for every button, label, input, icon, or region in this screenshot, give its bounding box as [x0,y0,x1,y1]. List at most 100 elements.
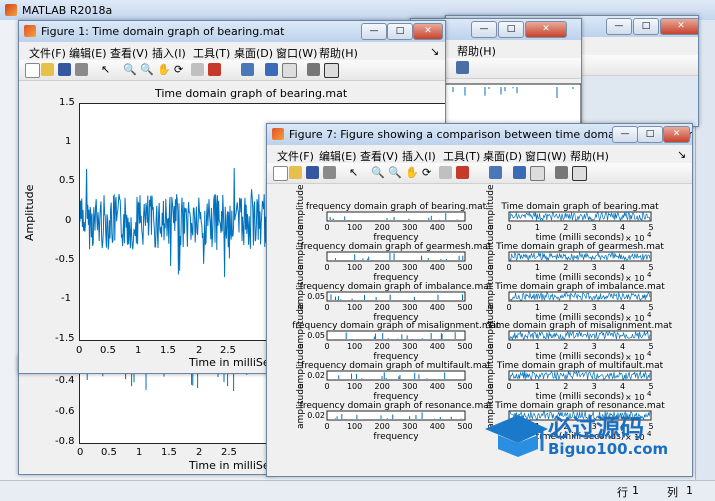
menu-insert[interactable]: 插入(I) [152,45,186,61]
dock-icon[interactable] [572,166,587,181]
menu-file[interactable]: 文件(F) [29,45,66,61]
pan-icon[interactable]: ✋ [157,63,171,76]
pointer-icon[interactable]: ↖ [101,63,114,76]
dock-icon[interactable] [324,63,339,78]
data-cursor-icon[interactable] [191,63,204,76]
maximize-button[interactable]: □ [387,23,413,40]
figure-1-titlebar[interactable]: Figure 1: Time domain graph of bearing.m… [19,21,445,42]
dock-icon[interactable] [456,61,469,74]
close-button[interactable]: ✕ [663,126,690,143]
new-figure-icon[interactable] [273,166,288,181]
x-tick: 0 [506,342,511,351]
menu-expand-icon[interactable]: ↘ [677,148,686,161]
x-tick: 100 [347,223,362,232]
zoom-out-icon[interactable]: 🔍 [388,166,402,179]
x-tick: 200 [375,223,390,232]
maximize-button[interactable]: □ [633,18,659,35]
x-tick: 1 [135,345,142,356]
subplot-ylabel: amplitude [296,383,306,429]
figure-1-menubar: 文件(F) 编辑(E) 查看(V) 插入(I) 工具(T) 桌面(D) 窗口(W… [19,42,445,60]
subplot-ylabel: amplitude [296,303,306,349]
link-icon[interactable] [489,166,502,179]
menu-view[interactable]: 查看(V) [110,45,148,61]
status-row-value: 1 [632,484,639,497]
x-tick: 500 [457,342,472,351]
menu-help[interactable]: 帮助(H) [457,43,496,59]
minimize-button[interactable]: — [606,18,632,35]
x-tick: 200 [375,263,390,272]
minimize-button[interactable]: — [361,23,387,40]
x-tick: 200 [375,342,390,351]
pan-icon[interactable]: ✋ [405,166,419,179]
menu-tools[interactable]: 工具(T) [193,45,230,61]
menu-file[interactable]: 文件(F) [277,148,314,164]
close-button[interactable]: ✕ [413,23,443,40]
menu-edit[interactable]: 编辑(E) [69,45,107,61]
minimize-button[interactable]: — [471,21,497,38]
print-icon[interactable] [75,63,88,76]
x-tick: 400 [430,223,445,232]
data-cursor-icon[interactable] [439,166,452,179]
menu-window[interactable]: 窗口(W) [525,148,566,164]
open-file-icon[interactable] [289,166,302,179]
zoom-in-icon[interactable]: 🔍 [371,166,385,179]
brush-icon[interactable] [456,166,469,179]
hide-tools-icon[interactable] [307,63,320,76]
legend-icon[interactable] [282,63,297,78]
maximize-button[interactable]: □ [498,21,524,38]
subplot-ylabel: amplitude [486,184,496,230]
pointer-icon[interactable]: ↖ [349,166,362,179]
y-tick: 0.05 [307,331,325,340]
rotate-icon[interactable]: ⟳ [174,63,187,76]
graduation-cap-logo [485,415,548,457]
subplot-ylabel: amplitude [296,343,306,389]
new-figure-icon[interactable] [25,63,40,78]
colorbar-icon[interactable] [513,166,526,179]
menu-desktop[interactable]: 桌面(D) [234,45,273,61]
x-tick: 500 [457,223,472,232]
menu-expand-icon[interactable]: ↘ [430,45,439,58]
close-button[interactable]: ✕ [660,18,698,35]
maximize-button[interactable]: □ [637,126,663,143]
colorbar-icon[interactable] [265,63,278,76]
hide-tools-icon[interactable] [555,166,568,179]
status-row-label: 行 [617,486,628,499]
axis-exponent-power: 4 [647,271,652,279]
save-icon[interactable] [306,166,319,179]
figure-7-titlebar[interactable]: Figure 7: Figure showing a comparison be… [267,124,692,145]
menu-edit[interactable]: 编辑(E) [319,148,357,164]
subplot-title: frequency domain graph of multifault.mat [301,361,491,371]
zoom-in-icon[interactable]: 🔍 [123,63,137,76]
minimize-button[interactable]: — [612,126,638,143]
print-icon[interactable] [323,166,336,179]
x-tick: 300 [402,223,417,232]
save-icon[interactable] [58,63,71,76]
freq-subplot-axes [326,410,466,421]
menu-view[interactable]: 查看(V) [360,148,398,164]
x-tick: 4 [620,342,625,351]
zoom-out-icon[interactable]: 🔍 [140,63,154,76]
brush-icon[interactable] [208,63,221,76]
menu-tools[interactable]: 工具(T) [443,148,480,164]
menu-insert[interactable]: 插入(I) [402,148,436,164]
subplot-xlabel: frequency [373,432,419,442]
subplot-ylabel: amplitude [296,184,306,230]
x-tick: 3 [592,382,597,391]
rotate-icon[interactable]: ⟳ [422,166,435,179]
x-tick: 100 [347,263,362,272]
y-tick: 0.02 [307,371,325,380]
subplot-title: frequency domain graph of gearmesh.mat [301,242,492,252]
link-icon[interactable] [241,63,254,76]
open-file-icon[interactable] [41,63,54,76]
menu-help[interactable]: 帮助(H) [319,45,358,61]
x-tick: 300 [402,422,417,431]
x-tick: 3 [592,303,597,312]
x-tick: 300 [402,342,417,351]
behind-ytick: -0.8 [55,436,75,447]
x-tick: 100 [347,342,362,351]
menu-help[interactable]: 帮助(H) [570,148,609,164]
legend-icon[interactable] [530,166,545,181]
close-button[interactable]: ✕ [525,21,567,38]
menu-desktop[interactable]: 桌面(D) [483,148,522,164]
menu-window[interactable]: 窗口(W) [276,45,317,61]
